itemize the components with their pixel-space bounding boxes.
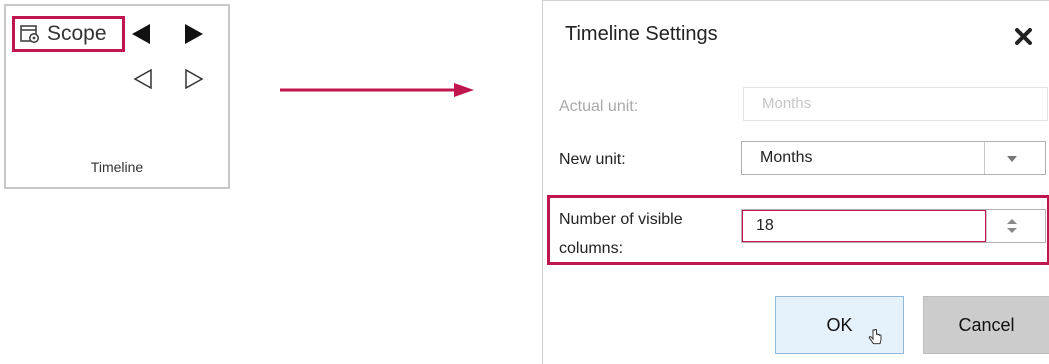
ok-button[interactable]: OK <box>775 296 904 354</box>
scope-button[interactable]: Scope <box>12 16 125 52</box>
scope-label: Scope <box>47 22 107 45</box>
actual-unit-label: Actual unit: <box>559 98 639 115</box>
ribbon-group-label: Timeline <box>90 159 144 175</box>
previous-filled-icon[interactable] <box>130 23 152 45</box>
chevron-down-icon[interactable] <box>1006 155 1018 163</box>
previous-outline-icon[interactable] <box>132 68 154 90</box>
scope-settings-icon <box>20 25 39 43</box>
hand-cursor-icon <box>868 329 882 345</box>
visible-columns-input[interactable] <box>742 210 986 242</box>
cancel-button[interactable]: Cancel <box>923 296 1049 354</box>
close-icon[interactable] <box>1014 27 1033 46</box>
actual-unit-field: Months <box>743 87 1048 121</box>
visible-columns-label-line2: columns: <box>559 240 624 257</box>
visible-columns-label-line1: Number of visible <box>559 211 683 228</box>
next-filled-icon[interactable] <box>183 23 205 45</box>
timeline-settings-dialog: Timeline Settings Actual unit: Months Ne… <box>542 0 1049 364</box>
dialog-title: Timeline Settings <box>565 23 718 45</box>
flow-arrow-icon <box>280 83 474 97</box>
visible-columns-label: Number of visible columns: <box>559 205 683 263</box>
new-unit-select[interactable]: Months <box>741 141 1046 175</box>
new-unit-label: New unit: <box>559 151 626 168</box>
visible-columns-stepper[interactable] <box>741 209 1046 243</box>
up-down-arrows-icon[interactable] <box>1006 218 1018 234</box>
select-divider <box>984 142 985 174</box>
next-outline-icon[interactable] <box>183 68 205 90</box>
stepper-divider <box>986 210 987 242</box>
timeline-ribbon-group: Scope Timeline <box>4 4 230 189</box>
new-unit-value: Months <box>760 149 813 166</box>
